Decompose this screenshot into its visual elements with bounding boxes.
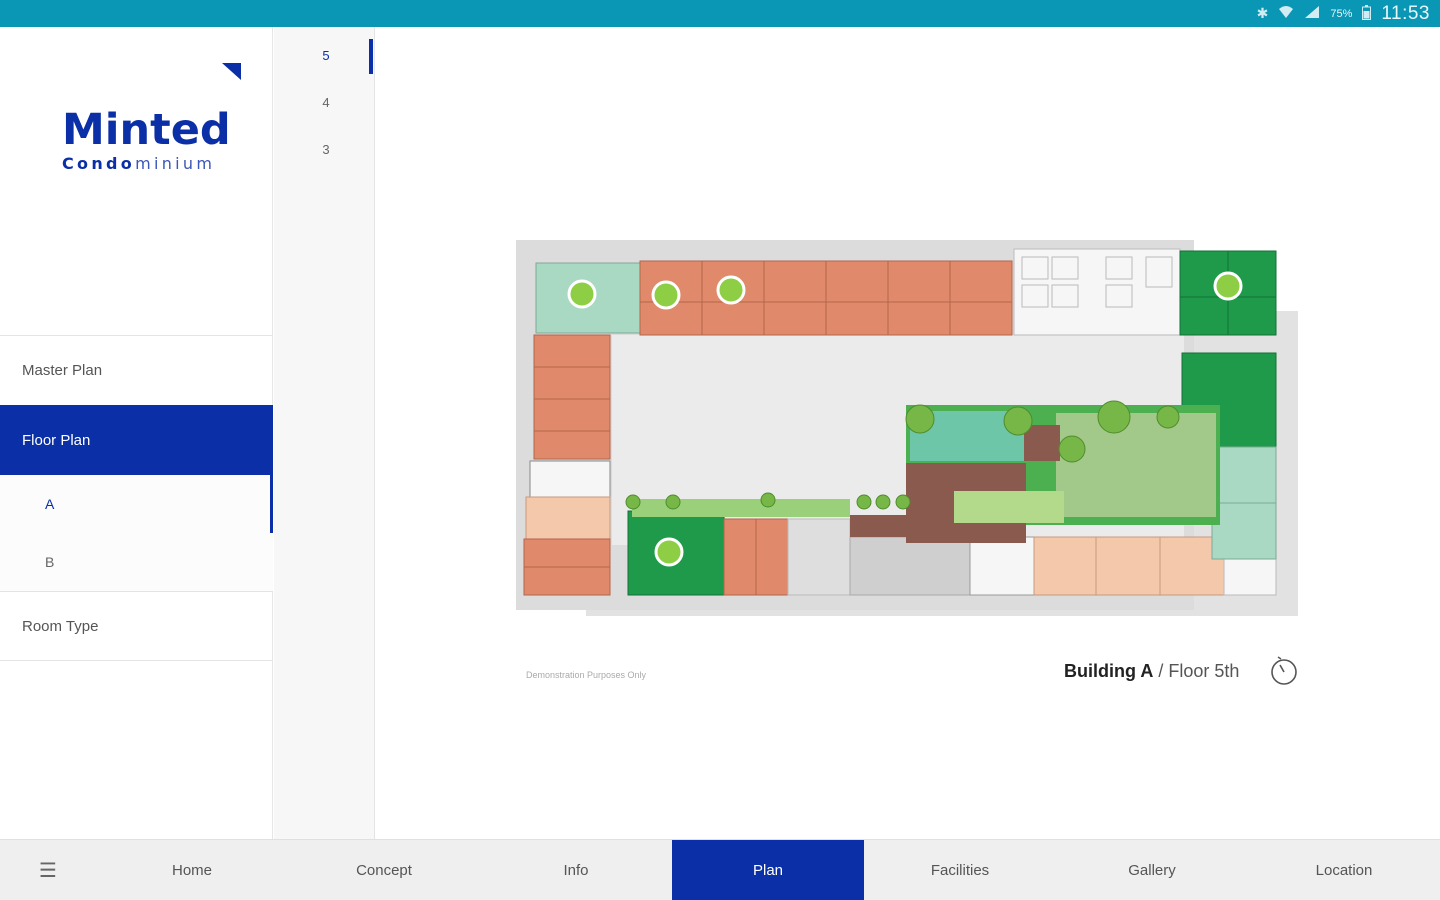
bluetooth-icon: ✱ (1256, 5, 1269, 21)
floor-plan-map[interactable] (376, 27, 1440, 839)
brand-subtitle: Condominium (62, 154, 215, 173)
plan-area: Demonstration Purposes Only Building A /… (376, 27, 1440, 839)
logo-flag-icon (222, 63, 241, 80)
brand-subtitle-bold: Condo (62, 154, 136, 173)
tab-plan[interactable]: Plan (672, 840, 864, 900)
floor-3[interactable]: 3 (316, 142, 336, 157)
sidebar-item-floor-plan[interactable]: Floor Plan (0, 405, 273, 475)
plan-caption: Building A / Floor 5th (1064, 661, 1239, 682)
menu-icon[interactable]: ☰ (0, 840, 96, 900)
tab-gallery[interactable]: Gallery (1056, 840, 1248, 900)
tab-location[interactable]: Location (1248, 840, 1440, 900)
tab-concept[interactable]: Concept (288, 840, 480, 900)
sidebar-subitem-a[interactable]: A (0, 475, 273, 533)
sidebar: Minted Condominium Master Plan Floor Pla… (0, 27, 273, 839)
brand-name: Minted (62, 105, 231, 155)
battery-percentage: 75% (1330, 7, 1353, 20)
tab-facilities[interactable]: Facilities (864, 840, 1056, 900)
floor-active-indicator (369, 39, 373, 74)
floor-selector: 5 4 3 (274, 27, 375, 839)
floor-4[interactable]: 4 (316, 95, 336, 110)
battery-icon (1362, 4, 1372, 23)
disclaimer-text: Demonstration Purposes Only (526, 670, 647, 680)
sidebar-item-room-type[interactable]: Room Type (0, 591, 273, 661)
sidebar-item-master-plan[interactable]: Master Plan (0, 335, 273, 405)
clock: 11:53 (1381, 2, 1430, 24)
tab-home[interactable]: Home (96, 840, 288, 900)
bottom-tab-bar: ☰ Home Concept Info Plan Facilities Gall… (0, 839, 1440, 900)
building-label: Building A (1064, 661, 1154, 681)
status-bar: ✱ 75% 11:53 (0, 0, 1440, 27)
sidebar-nav: Master Plan Floor Plan A B Room Type (0, 335, 273, 661)
wifi-icon (1278, 5, 1294, 22)
floor-5[interactable]: 5 (316, 48, 336, 63)
rotate-view-icon[interactable] (1269, 655, 1299, 685)
brand-subtitle-light: minium (135, 154, 216, 173)
floor-label: / Floor 5th (1153, 661, 1240, 681)
signal-icon (1304, 5, 1320, 22)
logo: Minted Condominium (0, 27, 273, 335)
tab-info[interactable]: Info (480, 840, 672, 900)
sidebar-subitem-b[interactable]: B (0, 533, 273, 591)
